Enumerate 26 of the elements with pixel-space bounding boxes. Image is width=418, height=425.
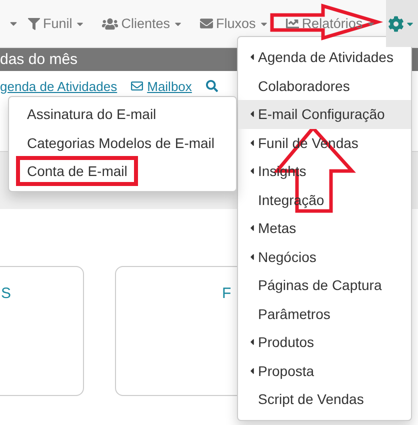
menu-item[interactable]: Colaboradores [238, 72, 411, 100]
nav-menu[interactable]: Funil [28, 0, 96, 47]
menu-item[interactable]: Categorias Modelos de E-mail [9, 128, 236, 157]
envelope-icon [131, 80, 144, 92]
link[interactable]: genda de Atividades [0, 78, 118, 94]
menu-item[interactable]: Assinatura do E-mail [9, 100, 236, 128]
filter-icon [28, 18, 40, 30]
nav-menu[interactable]: Clientes [102, 0, 194, 47]
menu-item[interactable]: Script de Vendas [238, 385, 411, 414]
search-icon[interactable] [206, 80, 218, 92]
card-title: S [0, 285, 12, 302]
menu-item[interactable]: Páginas de Captura [238, 271, 411, 300]
settings-button[interactable] [386, 0, 418, 47]
menu-item[interactable]: Conta de E-mail [9, 157, 236, 186]
menu-item[interactable]: Metas [238, 214, 411, 242]
banner-title: das do mês [0, 51, 78, 68]
link[interactable]: Mailbox [131, 78, 192, 94]
users-icon [102, 16, 118, 32]
menu-item[interactable]: Produtos [238, 328, 411, 356]
envelope-icon [200, 17, 214, 30]
menu-item[interactable]: Negócios [238, 242, 411, 271]
menu-item[interactable]: Parâmetros [238, 300, 411, 328]
gear-icon [388, 16, 404, 32]
line-chart-icon [286, 17, 299, 30]
menu-item[interactable]: Proposta [238, 356, 411, 385]
menu-item[interactable]: E-mail Configuração [238, 100, 411, 128]
